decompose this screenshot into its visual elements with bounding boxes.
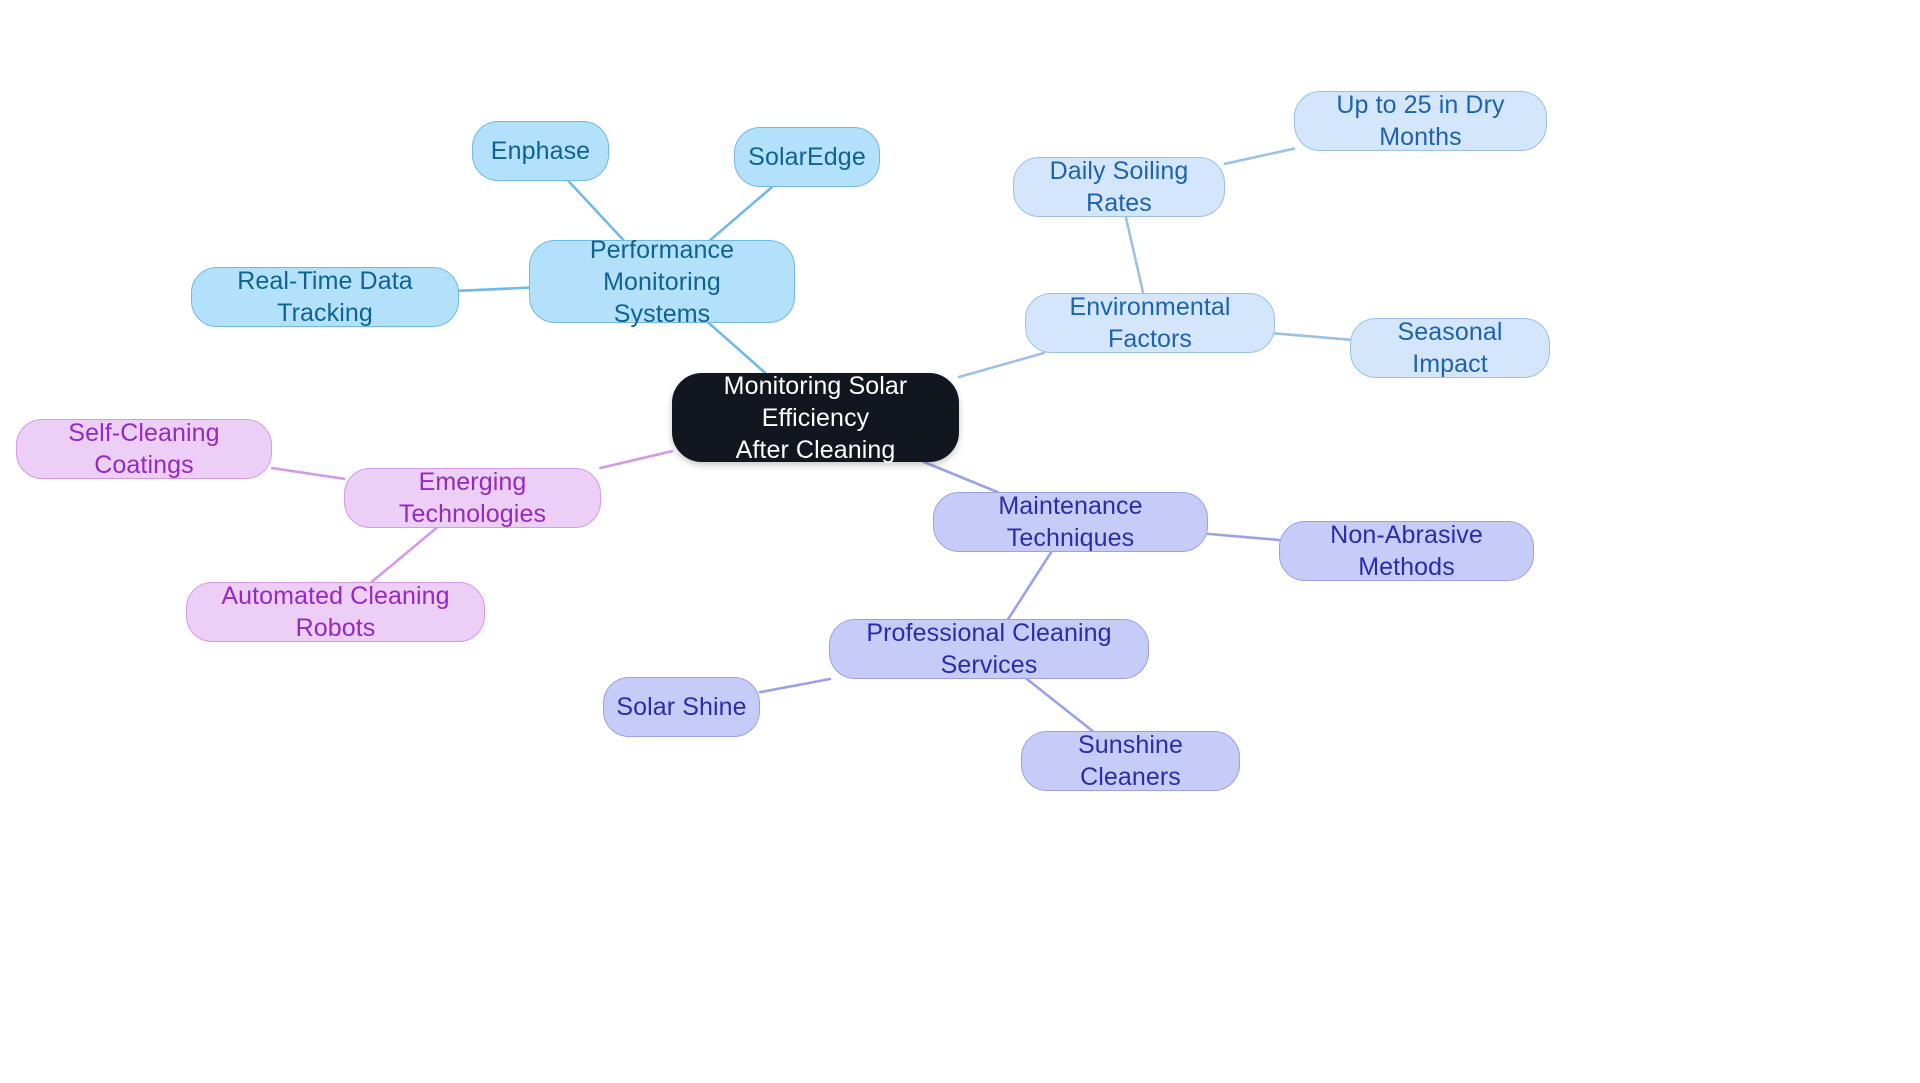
edge-emerging-robots — [370, 526, 438, 584]
mindmap-node-up-to-25-in-dry-months[interactable]: Up to 25 in Dry Months — [1294, 91, 1547, 151]
mindmap-node-self-cleaning-coatings[interactable]: Self-Cleaning Coatings — [16, 419, 272, 479]
mindmap-node-seasonal-impact[interactable]: Seasonal Impact — [1350, 318, 1550, 378]
edge-professional-solarshine — [758, 677, 832, 694]
mindmap-node-solaredge[interactable]: SolarEdge — [734, 127, 880, 187]
mindmap-node-automated-cleaning-robots[interactable]: Automated Cleaning Robots — [186, 582, 485, 642]
edge-environmental-seasonal — [1273, 332, 1352, 341]
mindmap-node-non-abrasive-methods[interactable]: Non-Abrasive Methods — [1279, 521, 1534, 581]
mindmap-node-environmental-factors[interactable]: Environmental Factors — [1025, 293, 1275, 353]
edge-maintenance-professional — [1006, 550, 1053, 621]
mindmap-node-solar-shine[interactable]: Solar Shine — [603, 677, 760, 737]
edge-maintenance-nonabrasive — [1206, 532, 1281, 542]
edge-emerging-coatings — [270, 466, 346, 481]
mindmap-node-performance-monitoring-systems[interactable]: Performance Monitoring Systems — [529, 236, 795, 328]
edge-professional-sunshine — [1025, 677, 1094, 733]
edge-root-emerging — [599, 449, 674, 470]
mindmap-node-professional-cleaning-services[interactable]: Professional Cleaning Services — [829, 619, 1149, 679]
edge-performance-realtime — [457, 286, 531, 293]
mindmap-canvas: Monitoring Solar Efficiency After Cleani… — [0, 0, 1920, 1083]
edge-performance-enphase — [567, 179, 625, 242]
edge-environmental-soiling — [1124, 215, 1145, 295]
mindmap-node-emerging-technologies[interactable]: Emerging Technologies — [344, 468, 601, 528]
edge-root-environmental — [957, 351, 1046, 379]
mindmap-node-root[interactable]: Monitoring Solar Efficiency After Cleani… — [672, 372, 959, 464]
edge-performance-solaredge — [709, 185, 774, 242]
edge-root-maintenance — [922, 460, 999, 494]
mindmap-node-daily-soiling-rates[interactable]: Daily Soiling Rates — [1013, 157, 1225, 217]
edge-soiling-dry-months — [1223, 147, 1296, 166]
mindmap-node-enphase[interactable]: Enphase — [472, 121, 609, 181]
mindmap-node-sunshine-cleaners[interactable]: Sunshine Cleaners — [1021, 731, 1240, 791]
mindmap-node-real-time-data-tracking[interactable]: Real-Time Data Tracking — [191, 267, 459, 327]
mindmap-node-maintenance-techniques[interactable]: Maintenance Techniques — [933, 492, 1208, 552]
edge-root-performance — [707, 321, 767, 375]
